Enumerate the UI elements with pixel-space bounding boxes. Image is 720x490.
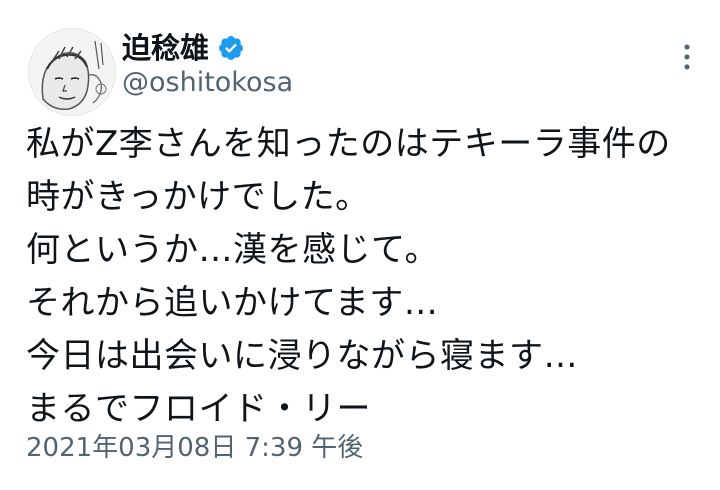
tweet-text-line: 今日は出会いに浸りながら寝ます… (26, 336, 578, 376)
author-display-name[interactable]: 迫稔雄 (122, 30, 209, 66)
tweet-card: 迫稔雄 @oshitokosa 私がZ李さんを知ったのはテキーラ事件の 時がきっ… (0, 0, 720, 490)
tweet-text-line: 私がZ李さんを知ったのはテキーラ事件の (26, 124, 671, 164)
tweet-timestamp[interactable]: 2021年03月08日 7:39 午後 (26, 431, 363, 465)
tweet-text-line: まるでフロイド・リー (26, 389, 371, 429)
avatar[interactable] (28, 28, 116, 116)
more-options-icon[interactable] (670, 40, 704, 74)
tweet-text-line: それから追いかけてます… (26, 283, 439, 323)
tweet-text-line: 何というか…漢を感じて。 (26, 230, 439, 270)
author-name-row: 迫稔雄 (122, 30, 245, 66)
author-handle[interactable]: @oshitokosa (122, 66, 293, 100)
avatar-illustration-icon (29, 29, 115, 115)
verified-badge-icon (217, 34, 245, 62)
tweet-text: 私がZ李さんを知ったのはテキーラ事件の 時がきっかけでした。 何というか…漢を感… (26, 118, 706, 436)
tweet-text-line: 時がきっかけでした。 (26, 177, 370, 217)
